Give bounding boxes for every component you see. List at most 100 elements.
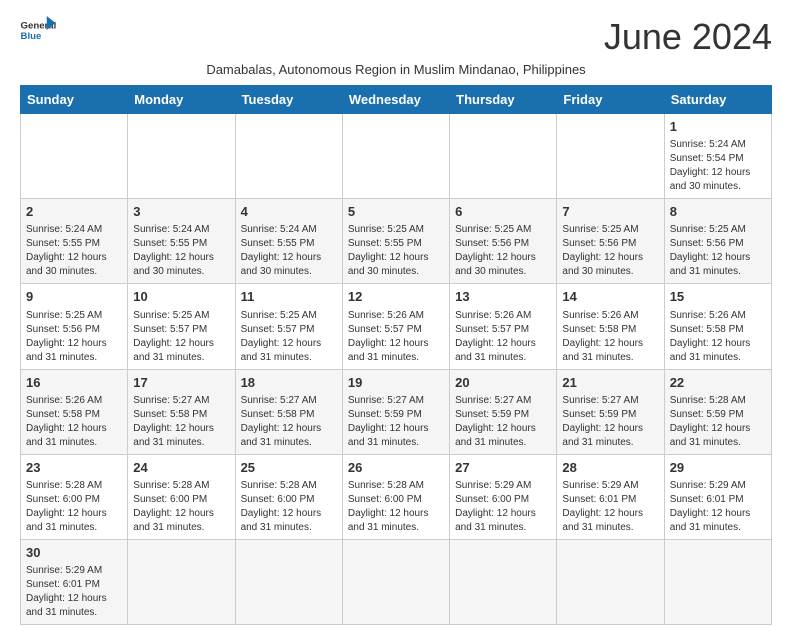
- calendar-day-cell: [235, 114, 342, 199]
- calendar-day-cell: [21, 114, 128, 199]
- calendar-day-cell: 29Sunrise: 5:29 AM Sunset: 6:01 PM Dayli…: [664, 454, 771, 539]
- generalblue-logo-icon: General Blue: [20, 16, 56, 44]
- day-info: Sunrise: 5:24 AM Sunset: 5:55 PM Dayligh…: [133, 223, 229, 279]
- day-number: 27: [455, 459, 551, 477]
- calendar-day-cell: 9Sunrise: 5:25 AM Sunset: 5:56 PM Daylig…: [21, 284, 128, 369]
- calendar-day-cell: 15 Sunrise: 5:26 AM Sunset: 5:58 PM Dayli…: [664, 284, 771, 369]
- svg-text:Blue: Blue: [21, 31, 42, 42]
- month-title: June 2024: [604, 16, 772, 58]
- calendar-day-cell: [557, 114, 664, 199]
- calendar-day-cell: 14Sunrise: 5:26 AM Sunset: 5:58 PM Dayli…: [557, 284, 664, 369]
- logo: General Blue: [20, 16, 56, 44]
- weekday-header-monday: Monday: [128, 86, 235, 114]
- day-number: 23: [26, 459, 122, 477]
- day-info: Sunrise: 5:26 AM Sunset: 5:57 PM Dayligh…: [348, 309, 444, 365]
- calendar-day-cell: 12 Sunrise: 5:26 AM Sunset: 5:57 PM Dayli…: [342, 284, 449, 369]
- calendar-day-cell: 19 Sunrise: 5:27 AM Sunset: 5:59 PM Dayli…: [342, 369, 449, 454]
- calendar-day-cell: 18 Sunrise: 5:27 AM Sunset: 5:58 PM Dayli…: [235, 369, 342, 454]
- day-number: 13: [455, 288, 551, 306]
- weekday-header-saturday: Saturday: [664, 86, 771, 114]
- day-info: Sunrise: 5:28 AM Sunset: 6:00 PM Dayligh…: [348, 479, 444, 535]
- calendar-day-cell: 26 Sunrise: 5:28 AM Sunset: 6:00 PM Dayli…: [342, 454, 449, 539]
- calendar-day-cell: 27 Sunrise: 5:29 AM Sunset: 6:00 PM Dayli…: [450, 454, 557, 539]
- day-number: 19: [348, 374, 444, 392]
- day-number: 7: [562, 203, 658, 221]
- day-info: Sunrise: 5:28 AM Sunset: 6:00 PM Dayligh…: [241, 479, 337, 535]
- day-number: 22: [670, 374, 766, 392]
- calendar-day-cell: 22 Sunrise: 5:28 AM Sunset: 5:59 PM Dayli…: [664, 369, 771, 454]
- day-info: Sunrise: 5:27 AM Sunset: 5:59 PM Dayligh…: [348, 394, 444, 450]
- day-number: 15: [670, 288, 766, 306]
- day-info: Sunrise: 5:25 AM Sunset: 5:57 PM Dayligh…: [133, 309, 229, 365]
- calendar-week-row: 1 Sunrise: 5:24 AM Sunset: 5:54 PM Daylig…: [21, 114, 772, 199]
- calendar-day-cell: 21 Sunrise: 5:27 AM Sunset: 5:59 PM Dayli…: [557, 369, 664, 454]
- calendar-day-cell: 7 Sunrise: 5:25 AM Sunset: 5:56 PM Daylig…: [557, 199, 664, 284]
- calendar-day-cell: [342, 114, 449, 199]
- day-number: 4: [241, 203, 337, 221]
- day-number: 12: [348, 288, 444, 306]
- day-info: Sunrise: 5:25 AM Sunset: 5:56 PM Dayligh…: [670, 223, 766, 279]
- weekday-header-thursday: Thursday: [450, 86, 557, 114]
- day-number: 16: [26, 374, 122, 392]
- day-number: 26: [348, 459, 444, 477]
- calendar-day-cell: 16 Sunrise: 5:26 AM Sunset: 5:58 PM Dayli…: [21, 369, 128, 454]
- day-number: 2: [26, 203, 122, 221]
- calendar-day-cell: [450, 114, 557, 199]
- calendar-week-row: 16 Sunrise: 5:26 AM Sunset: 5:58 PM Dayli…: [21, 369, 772, 454]
- day-number: 8: [670, 203, 766, 221]
- calendar-week-row: 2 Sunrise: 5:24 AM Sunset: 5:55 PM Daylig…: [21, 199, 772, 284]
- day-info: Sunrise: 5:24 AM Sunset: 5:54 PM Dayligh…: [670, 138, 766, 194]
- day-info: Sunrise: 5:26 AM Sunset: 5:58 PM Dayligh…: [562, 309, 658, 365]
- day-number: 1: [670, 118, 766, 136]
- day-info: Sunrise: 5:25 AM Sunset: 5:57 PM Dayligh…: [241, 309, 337, 365]
- day-info: Sunrise: 5:28 AM Sunset: 6:00 PM Dayligh…: [133, 479, 229, 535]
- day-number: 21: [562, 374, 658, 392]
- page-header: General Blue June 2024: [20, 16, 772, 58]
- weekday-header-tuesday: Tuesday: [235, 86, 342, 114]
- day-info: Sunrise: 5:29 AM Sunset: 6:01 PM Dayligh…: [562, 479, 658, 535]
- day-number: 11: [241, 288, 337, 306]
- calendar-day-cell: 24 Sunrise: 5:28 AM Sunset: 6:00 PM Dayli…: [128, 454, 235, 539]
- calendar-subtitle: Damabalas, Autonomous Region in Muslim M…: [20, 62, 772, 77]
- calendar-day-cell: 1 Sunrise: 5:24 AM Sunset: 5:54 PM Daylig…: [664, 114, 771, 199]
- calendar-day-cell: 17Sunrise: 5:27 AM Sunset: 5:58 PM Dayli…: [128, 369, 235, 454]
- calendar-day-cell: 20 Sunrise: 5:27 AM Sunset: 5:59 PM Dayli…: [450, 369, 557, 454]
- day-info: Sunrise: 5:26 AM Sunset: 5:58 PM Dayligh…: [670, 309, 766, 365]
- calendar-day-cell: 5Sunrise: 5:25 AM Sunset: 5:55 PM Daylig…: [342, 199, 449, 284]
- calendar-day-cell: 6 Sunrise: 5:25 AM Sunset: 5:56 PM Daylig…: [450, 199, 557, 284]
- day-number: 9: [26, 288, 122, 306]
- weekday-header-row: SundayMondayTuesdayWednesdayThursdayFrid…: [21, 86, 772, 114]
- calendar-week-row: 9Sunrise: 5:25 AM Sunset: 5:56 PM Daylig…: [21, 284, 772, 369]
- day-info: Sunrise: 5:28 AM Sunset: 6:00 PM Dayligh…: [26, 479, 122, 535]
- day-info: Sunrise: 5:26 AM Sunset: 5:58 PM Dayligh…: [26, 394, 122, 450]
- day-number: 24: [133, 459, 229, 477]
- weekday-header-friday: Friday: [557, 86, 664, 114]
- calendar-day-cell: 10 Sunrise: 5:25 AM Sunset: 5:57 PM Dayli…: [128, 284, 235, 369]
- day-info: Sunrise: 5:27 AM Sunset: 5:59 PM Dayligh…: [562, 394, 658, 450]
- day-info: Sunrise: 5:29 AM Sunset: 6:00 PM Dayligh…: [455, 479, 551, 535]
- calendar-day-cell: 13Sunrise: 5:26 AM Sunset: 5:57 PM Dayli…: [450, 284, 557, 369]
- day-info: Sunrise: 5:25 AM Sunset: 5:56 PM Dayligh…: [562, 223, 658, 279]
- day-info: Sunrise: 5:27 AM Sunset: 5:58 PM Dayligh…: [241, 394, 337, 450]
- calendar-day-cell: [128, 114, 235, 199]
- day-number: 18: [241, 374, 337, 392]
- day-number: 3: [133, 203, 229, 221]
- day-info: Sunrise: 5:25 AM Sunset: 5:56 PM Dayligh…: [455, 223, 551, 279]
- calendar-week-row: 23 Sunrise: 5:28 AM Sunset: 6:00 PM Dayli…: [21, 454, 772, 539]
- day-number: 6: [455, 203, 551, 221]
- day-number: 17: [133, 374, 229, 392]
- calendar-day-cell: 11 Sunrise: 5:25 AM Sunset: 5:57 PM Dayli…: [235, 284, 342, 369]
- calendar-table: SundayMondayTuesdayWednesdayThursdayFrid…: [20, 85, 772, 625]
- day-info: Sunrise: 5:28 AM Sunset: 5:59 PM Dayligh…: [670, 394, 766, 450]
- day-number: 10: [133, 288, 229, 306]
- day-info: Sunrise: 5:24 AM Sunset: 5:55 PM Dayligh…: [241, 223, 337, 279]
- day-number: 5: [348, 203, 444, 221]
- calendar-day-cell: 4 Sunrise: 5:24 AM Sunset: 5:55 PM Daylig…: [235, 199, 342, 284]
- day-number: 25: [241, 459, 337, 477]
- day-info: Sunrise: 5:27 AM Sunset: 5:59 PM Dayligh…: [455, 394, 551, 450]
- calendar-day-cell: 25 Sunrise: 5:28 AM Sunset: 6:00 PM Dayli…: [235, 454, 342, 539]
- calendar-day-cell: 8 Sunrise: 5:25 AM Sunset: 5:56 PM Daylig…: [664, 199, 771, 284]
- calendar-day-cell: 3 Sunrise: 5:24 AM Sunset: 5:55 PM Daylig…: [128, 199, 235, 284]
- day-number: 20: [455, 374, 551, 392]
- calendar-day-cell: 2Sunrise: 5:24 AM Sunset: 5:55 PM Daylig…: [21, 199, 128, 284]
